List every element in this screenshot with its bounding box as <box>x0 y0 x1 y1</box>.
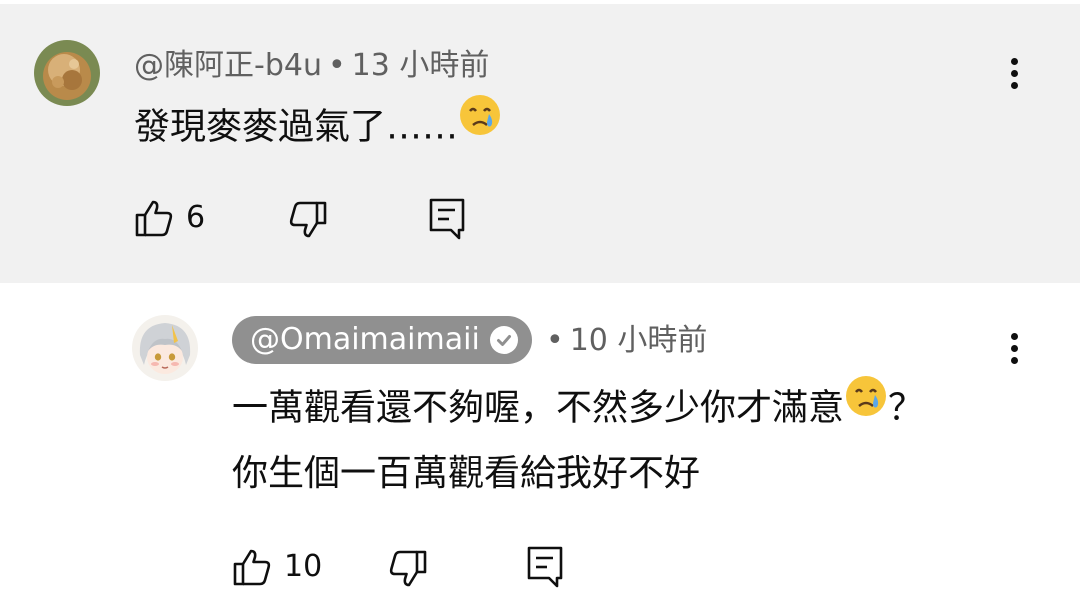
more-vert-icon <box>1010 57 1018 65</box>
reply-comment-icon <box>527 546 563 588</box>
reply-text-content: 一萬觀看還不夠喔，不然多少你才滿意 <box>232 387 845 429</box>
reply-text-line-2: 你生個一百萬觀看給我好不好 <box>232 444 700 504</box>
verified-check-icon <box>489 326 518 354</box>
comment-text: 發現麥麥過氣了…… <box>134 95 502 160</box>
like-button[interactable]: 10 <box>232 547 322 587</box>
thumbs-up-icon <box>135 200 173 237</box>
comment-meta: @陳阿正-b4u • 13 小時前 <box>134 46 489 86</box>
dislike-button[interactable] <box>288 200 328 240</box>
comment-author[interactable]: @陳阿正-b4u <box>134 48 322 83</box>
thumbs-up-icon <box>233 549 271 586</box>
dislike-button[interactable] <box>388 549 428 589</box>
avatar-image <box>132 315 198 381</box>
reply-comment-icon <box>429 198 465 240</box>
reply-meta: • 10 小時前 <box>540 321 707 361</box>
reply-time: 10 小時前 <box>569 323 708 358</box>
comment-text-content: 發現麥麥過氣了…… <box>134 106 459 148</box>
more-options-button[interactable] <box>994 48 1034 98</box>
reply-text-line-1: 一萬觀看還不夠喔，不然多少你才滿意 ？ <box>232 376 925 441</box>
meta-separator: • <box>327 48 346 83</box>
reply-text-question-mark: ？ <box>888 387 925 429</box>
comment-highlighted: @陳阿正-b4u • 13 小時前 發現麥麥過氣了…… 6 <box>0 4 1080 283</box>
avatar-image <box>34 40 100 106</box>
meta-separator: • <box>546 323 564 358</box>
avatar[interactable] <box>34 40 100 106</box>
reply-author: @Omaimaimaii <box>250 322 480 357</box>
comment-time: 13 小時前 <box>351 48 490 83</box>
avatar[interactable] <box>132 315 198 381</box>
thumbs-down-icon <box>289 201 327 238</box>
author-pill[interactable]: @Omaimaimaii <box>232 316 532 364</box>
more-options-button[interactable] <box>994 323 1034 373</box>
crying-face-emoji <box>458 93 502 156</box>
more-vert-icon <box>1010 332 1018 340</box>
thumbs-down-icon <box>389 550 427 587</box>
reply-text-content-2: 你生個一百萬觀看給我好不好 <box>232 453 701 494</box>
like-count: 10 <box>284 549 323 584</box>
like-button[interactable]: 6 <box>134 198 205 238</box>
reply-comment: @Omaimaimaii • 10 小時前 一萬觀看還不夠喔，不然多少你才滿意 ？… <box>0 283 1080 605</box>
reply-button[interactable] <box>428 197 466 241</box>
crying-face-emoji <box>844 374 888 437</box>
like-count: 6 <box>186 200 206 235</box>
reply-button[interactable] <box>526 545 564 589</box>
